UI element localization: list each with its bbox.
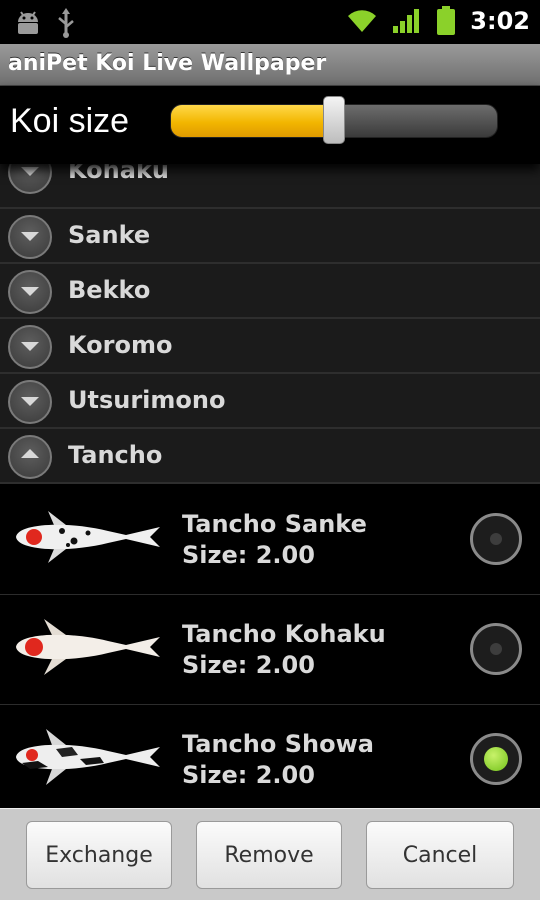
slider-fill [171,105,335,137]
chevron-down-icon[interactable] [8,325,52,369]
group-label: Sanke [68,221,151,249]
fish-item-tancho-showa[interactable]: Tancho Showa Size: 2.00 [0,705,540,808]
fish-name: Tancho Kohaku [182,620,386,648]
group-label: Bekko [68,276,151,304]
koi-fish-icon [16,619,160,675]
fish-size: Size: 2.00 [182,541,315,569]
status-bar: 3:02 [0,0,540,44]
button-bar: Exchange Remove Cancel [0,808,540,900]
title-bar: aniPet Koi Live Wallpaper [0,44,540,86]
slider-thumb[interactable] [323,96,345,144]
fish-list: Tancho Sanke Size: 2.00 Tancho Kohaku Si… [0,485,540,808]
group-koromo[interactable]: Koromo [0,319,540,374]
group-label: Utsurimono [68,386,226,414]
wifi-icon [348,10,377,32]
group-utsurimono[interactable]: Utsurimono [0,374,540,429]
signal-icon [393,9,420,33]
chevron-up-icon[interactable] [8,435,52,479]
koi-group-list: Kohaku Sanke Bekko Koromo Utsurimono Tan… [0,150,540,484]
exchange-button[interactable]: Exchange [26,821,172,889]
select-radio[interactable] [470,733,522,785]
fish-name: Tancho Sanke [182,510,367,538]
group-sanke[interactable]: Sanke [0,209,540,264]
app-title: aniPet Koi Live Wallpaper [8,51,327,76]
group-tancho[interactable]: Tancho [0,429,540,484]
status-time: 3:02 [470,7,530,35]
koi-fish-icon [16,729,160,785]
cancel-button[interactable]: Cancel [366,821,514,889]
group-label: Tancho [68,441,163,469]
group-bekko[interactable]: Bekko [0,264,540,319]
koi-fish-icon [16,511,160,563]
select-radio[interactable] [470,623,522,675]
koi-size-setting: Koi size [0,86,540,164]
fish-size: Size: 2.00 [182,761,315,789]
android-icon [18,11,38,34]
group-label: Koromo [68,331,173,359]
fish-name: Tancho Showa [182,730,374,758]
chevron-down-icon[interactable] [8,380,52,424]
select-radio[interactable] [470,513,522,565]
fish-size: Size: 2.00 [182,651,315,679]
chevron-down-icon[interactable] [8,270,52,314]
remove-button[interactable]: Remove [196,821,342,889]
koi-size-label: Koi size [10,102,130,140]
fish-item-tancho-kohaku[interactable]: Tancho Kohaku Size: 2.00 [0,595,540,705]
fish-item-tancho-sanke[interactable]: Tancho Sanke Size: 2.00 [0,485,540,595]
chevron-down-icon[interactable] [8,215,52,259]
usb-icon [58,8,74,38]
battery-icon [437,6,456,35]
